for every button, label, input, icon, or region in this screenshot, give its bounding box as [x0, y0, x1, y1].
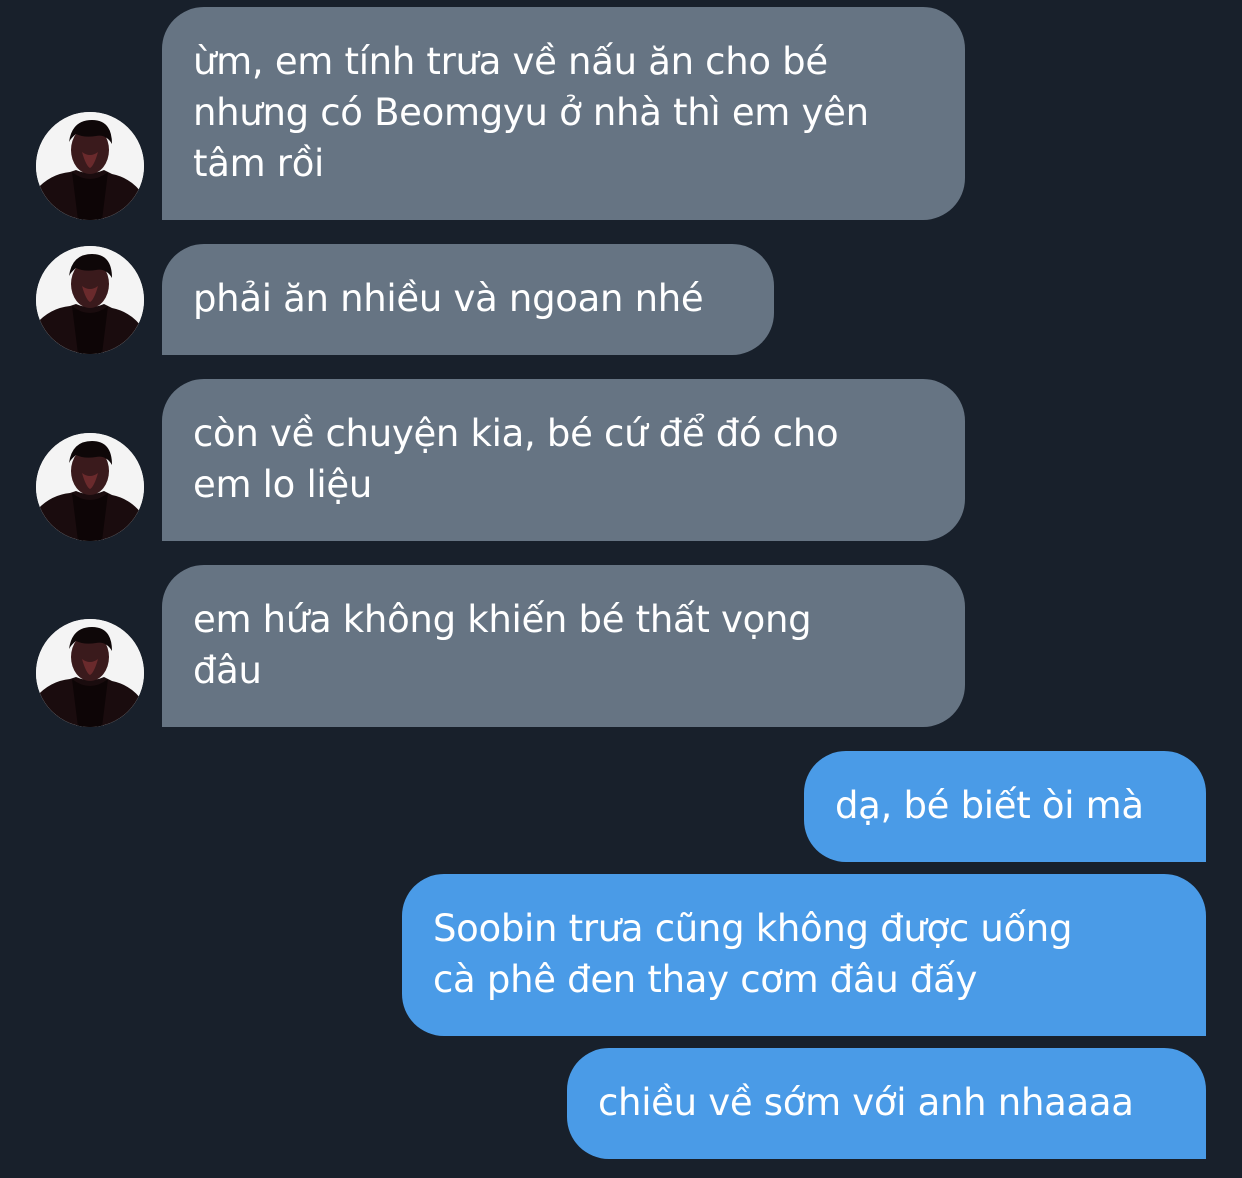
message-bubble-outgoing[interactable]: Soobin trưa cũng không được uống cà phê … — [402, 874, 1206, 1036]
message-text: phải ăn nhiều và ngoan nhé — [193, 277, 704, 320]
message-bubble-outgoing[interactable]: chiều về sớm với anh nhaaaa — [567, 1048, 1206, 1159]
message-bubble-incoming[interactable]: em hứa không khiến bé thất vọng đâu — [162, 565, 965, 727]
message-text: dạ, bé biết òi mà — [835, 784, 1144, 827]
avatar[interactable] — [36, 112, 144, 220]
message-text: còn về chuyện kia, bé cứ để đó cho em lo… — [193, 412, 839, 506]
message-bubble-incoming[interactable]: còn về chuyện kia, bé cứ để đó cho em lo… — [162, 379, 965, 541]
message-text: Soobin trưa cũng không được uống cà phê … — [433, 907, 1073, 1001]
message-bubble-incoming[interactable]: phải ăn nhiều và ngoan nhé — [162, 244, 774, 355]
avatar[interactable] — [36, 619, 144, 727]
avatar-image — [36, 246, 144, 354]
avatar-image — [36, 619, 144, 727]
avatar[interactable] — [36, 246, 144, 354]
message-bubble-outgoing[interactable]: dạ, bé biết òi mà — [804, 751, 1206, 862]
message-text: chiều về sớm với anh nhaaaa — [598, 1081, 1134, 1124]
message-text: em hứa không khiến bé thất vọng đâu — [193, 598, 812, 692]
avatar[interactable] — [36, 433, 144, 541]
message-text: ừm, em tính trưa về nấu ăn cho bé nhưng … — [193, 40, 869, 185]
message-bubble-incoming[interactable]: ừm, em tính trưa về nấu ăn cho bé nhưng … — [162, 7, 965, 220]
avatar-image — [36, 433, 144, 541]
avatar-image — [36, 112, 144, 220]
